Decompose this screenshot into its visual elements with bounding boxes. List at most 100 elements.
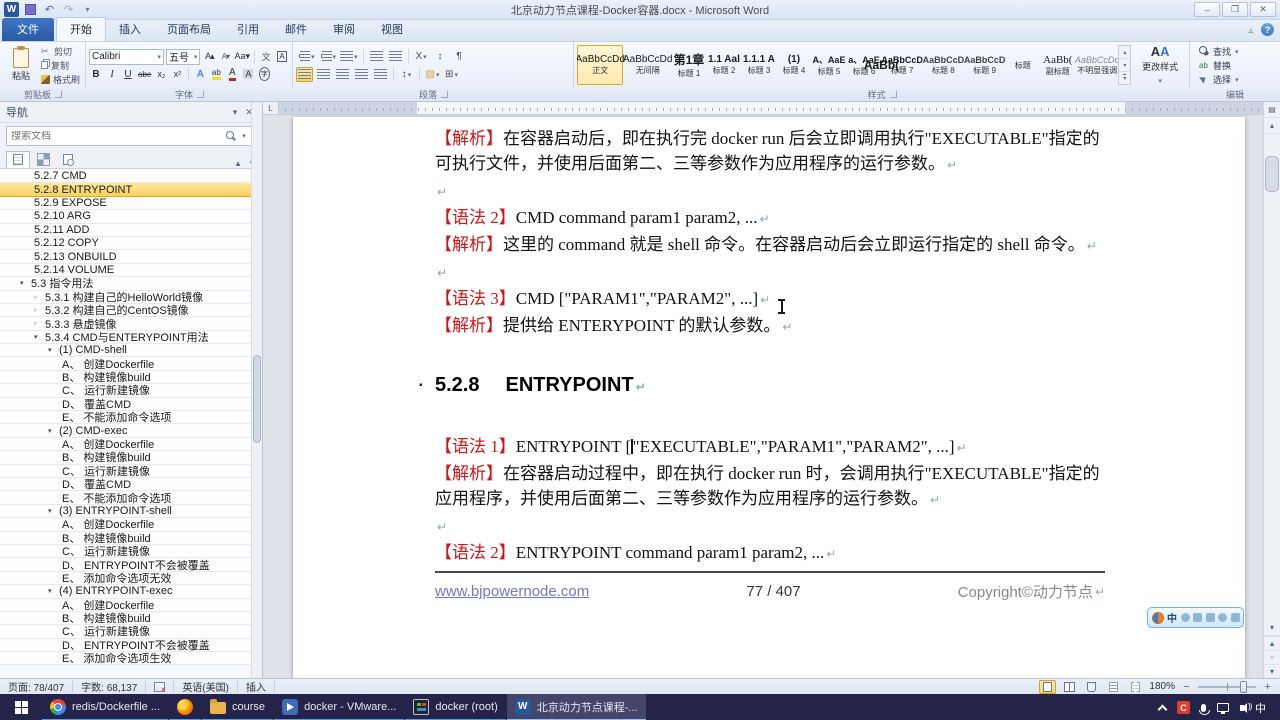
save-button[interactable] [23, 3, 38, 17]
nav-tree-item[interactable]: 5.2.11 ADD [0, 223, 262, 237]
ime-settings-icon[interactable] [1230, 613, 1240, 622]
ime-fullhalf-icon[interactable] [1180, 613, 1190, 622]
redo-button[interactable] [61, 3, 76, 17]
undo-button[interactable] [42, 3, 57, 17]
style-gallery-item[interactable]: AaBbCcDd 不明显强调 [1075, 45, 1119, 85]
font-family-combo[interactable]: Calibri [89, 48, 165, 65]
nav-tab-results[interactable] [56, 151, 80, 168]
nav-tree-item[interactable]: E、 添加命令选项无效 [0, 571, 262, 586]
increase-indent-button[interactable] [387, 49, 404, 64]
font-color-button[interactable] [225, 67, 239, 82]
ime-softkeyboard-icon[interactable] [1205, 613, 1215, 622]
shrink-font-button[interactable] [218, 49, 232, 64]
nav-tree-item[interactable]: (4) ENTRYPOINT-exec [0, 585, 262, 599]
scroll-up-icon[interactable] [1264, 118, 1280, 134]
style-gallery-item[interactable]: AaBbCcDd 无间隔 [623, 45, 672, 85]
style-gallery-item[interactable]: AaBbCcD 标题 9 [964, 45, 1006, 85]
print-layout-view-button[interactable] [1039, 679, 1057, 694]
nav-tree-item[interactable]: B、 构建镜像build [0, 531, 262, 545]
enclose-characters-button[interactable] [257, 67, 271, 82]
text-effects-button[interactable] [193, 67, 207, 82]
line-spacing-button[interactable]: ↕ [398, 67, 415, 82]
nav-tree-item[interactable]: 5.2.7 CMD [0, 170, 262, 184]
zoom-out-button[interactable]: − [1180, 681, 1193, 693]
close-button[interactable]: ✕ [1250, 2, 1276, 17]
style-gallery-item[interactable]: 1.1 Aal 标题 2 [707, 45, 741, 85]
nav-tree-item[interactable]: C、 运行新建镜像 [0, 544, 262, 559]
numbering-button[interactable] [318, 49, 338, 64]
superscript-button[interactable] [170, 67, 184, 82]
taskbar-item-term[interactable]: docker (root) [405, 694, 506, 720]
strikethrough-button[interactable] [137, 67, 152, 82]
collapse-arrow-icon[interactable] [48, 587, 59, 595]
nav-tree-item[interactable]: C、 运行新建镜像 [0, 384, 262, 398]
font-dialog-launcher[interactable] [197, 91, 204, 98]
language-indicator[interactable]: 英语(美国) [174, 680, 238, 694]
nav-tree-item[interactable]: A、 创建Dockerfile [0, 518, 262, 532]
search-input[interactable] [11, 130, 226, 142]
tab-page-layout[interactable]: 页面布局 [154, 18, 224, 41]
minimize-ribbon-icon[interactable] [1248, 24, 1253, 36]
italic-button[interactable] [105, 67, 119, 82]
ime-toolbar[interactable]: 中 [1147, 607, 1244, 628]
underline-button[interactable] [121, 67, 135, 82]
nav-tree-item[interactable]: E、 不能添加命令选项 [0, 491, 262, 505]
fullscreen-reading-view-button[interactable] [1061, 680, 1078, 694]
proofing-status[interactable] [146, 680, 175, 694]
show-hidden-icons-chevron[interactable] [1157, 703, 1168, 714]
find-button[interactable]: 查找 [1198, 45, 1277, 58]
nav-tab-pages[interactable] [31, 151, 55, 168]
nav-tree-item[interactable]: B、 构建镜像build [0, 451, 262, 465]
nav-tree-item[interactable]: D、 覆盖CMD [0, 477, 262, 492]
collapse-arrow-icon[interactable] [48, 507, 59, 515]
clipboard-dialog-launcher[interactable] [55, 91, 62, 98]
style-gallery-item[interactable]: 第1章 标题 1 [672, 45, 706, 85]
tab-home[interactable]: 开始 [56, 17, 106, 41]
nav-tab-headings[interactable] [6, 151, 30, 168]
style-gallery-item[interactable]: AaBbCcD 标题 7 [881, 45, 923, 85]
style-gallery-item[interactable]: AaBb(副标题 [1041, 45, 1075, 85]
character-border-button[interactable] [275, 49, 289, 64]
taskbar-item-firefox[interactable] [169, 694, 202, 720]
network-tray-icon[interactable] [1217, 703, 1229, 714]
collapse-arrow-icon[interactable] [20, 279, 31, 287]
show-marks-button[interactable]: ¶ [451, 49, 468, 64]
qat-customize-dropdown[interactable] [80, 3, 95, 17]
font-size-combo[interactable]: 五号 [166, 48, 201, 65]
expand-arrow-icon[interactable] [34, 306, 45, 314]
gallery-scroll-up-icon[interactable] [1119, 46, 1131, 59]
ime-chinese-mode-icon[interactable]: 中 [1167, 610, 1177, 625]
change-case-button[interactable] [234, 49, 250, 64]
search-icon[interactable] [226, 130, 237, 142]
character-shading-button[interactable] [241, 67, 255, 82]
ime-logo-icon[interactable] [1151, 611, 1164, 624]
change-styles-button[interactable]: AA 更改样式 [1134, 44, 1186, 86]
nav-tree-item[interactable]: 5.2.10 ARG [0, 210, 262, 224]
insert-mode-indicator[interactable]: 插入 [238, 680, 275, 694]
subscript-button[interactable] [154, 67, 168, 82]
nav-tree-item[interactable]: A、 创建Dockerfile [0, 598, 262, 612]
tab-file[interactable]: 文件 [2, 18, 54, 41]
draft-view-button[interactable] [1127, 680, 1144, 694]
tab-mailings[interactable]: 邮件 [272, 18, 320, 41]
page-indicator[interactable]: 页面: 78/407 [0, 680, 74, 694]
tab-references[interactable]: 引用 [224, 18, 272, 41]
restore-button[interactable]: ❐ [1222, 2, 1248, 17]
format-painter-button[interactable]: 格式刷 [39, 73, 82, 86]
word-count-indicator[interactable]: 字数: 68,137 [73, 680, 147, 694]
minimize-button[interactable]: – [1194, 2, 1220, 17]
align-center-button[interactable] [315, 67, 332, 82]
style-gallery-item[interactable]: A、AaE 标题 5 [812, 45, 846, 85]
help-icon[interactable]: ? [1261, 23, 1274, 36]
nav-tree-item[interactable]: 5.2.9 EXPOSE [0, 196, 262, 211]
document-page[interactable]: 【解析】在容器启动后，即在执行完 docker run 后会立即调用执行"EXE… [293, 117, 1245, 678]
collapse-arrow-icon[interactable] [34, 333, 45, 341]
bullets-button[interactable] [296, 49, 316, 64]
nav-tree-item[interactable]: (3) ENTRYPOINT-shell [0, 504, 262, 519]
style-gallery-item[interactable]: AaBb(标题 [864, 45, 1040, 85]
nav-tree-item[interactable]: 5.2.14 VOLUME [0, 263, 262, 278]
tab-review[interactable]: 审阅 [320, 18, 368, 41]
taskbar-item-folder[interactable]: course [202, 694, 274, 720]
nav-tree-item[interactable]: D、 覆盖CMD [0, 397, 262, 412]
collapse-arrow-icon[interactable] [48, 346, 59, 354]
